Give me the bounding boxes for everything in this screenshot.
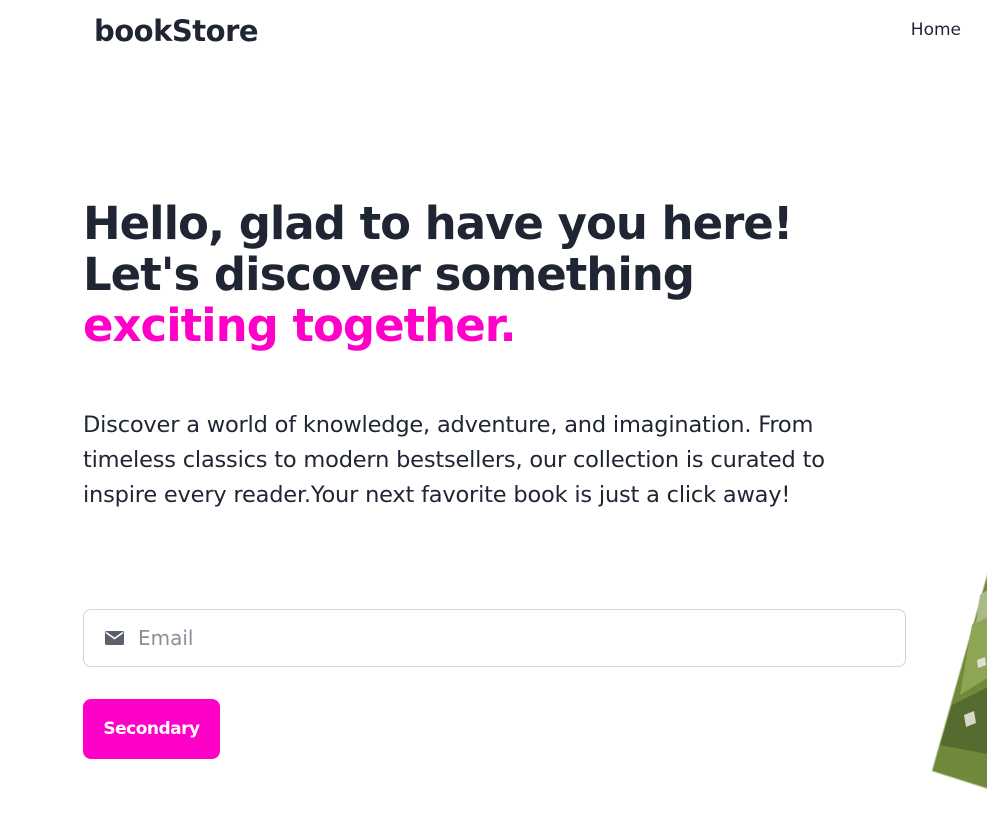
hero-description: Discover a world of knowledge, adventure… bbox=[83, 412, 825, 508]
nav-home-link[interactable]: Home bbox=[911, 20, 961, 40]
hero-title-line-1: Hello, glad to have you here! bbox=[83, 197, 793, 250]
envelope-icon bbox=[105, 630, 124, 646]
email-input[interactable] bbox=[136, 625, 880, 651]
email-field[interactable] bbox=[83, 609, 906, 667]
brand-logo[interactable]: bookStore bbox=[94, 14, 259, 48]
hero-title-accent: exciting together. bbox=[83, 299, 517, 352]
secondary-button[interactable]: Secondary bbox=[83, 699, 220, 759]
hero-title-line-2: Let's discover something bbox=[83, 248, 695, 301]
hero-image bbox=[931, 565, 987, 790]
hero-title: Hello, glad to have you here! Let's disc… bbox=[83, 197, 793, 352]
page: bookStore Home Hello, glad to have you h… bbox=[0, 0, 987, 840]
